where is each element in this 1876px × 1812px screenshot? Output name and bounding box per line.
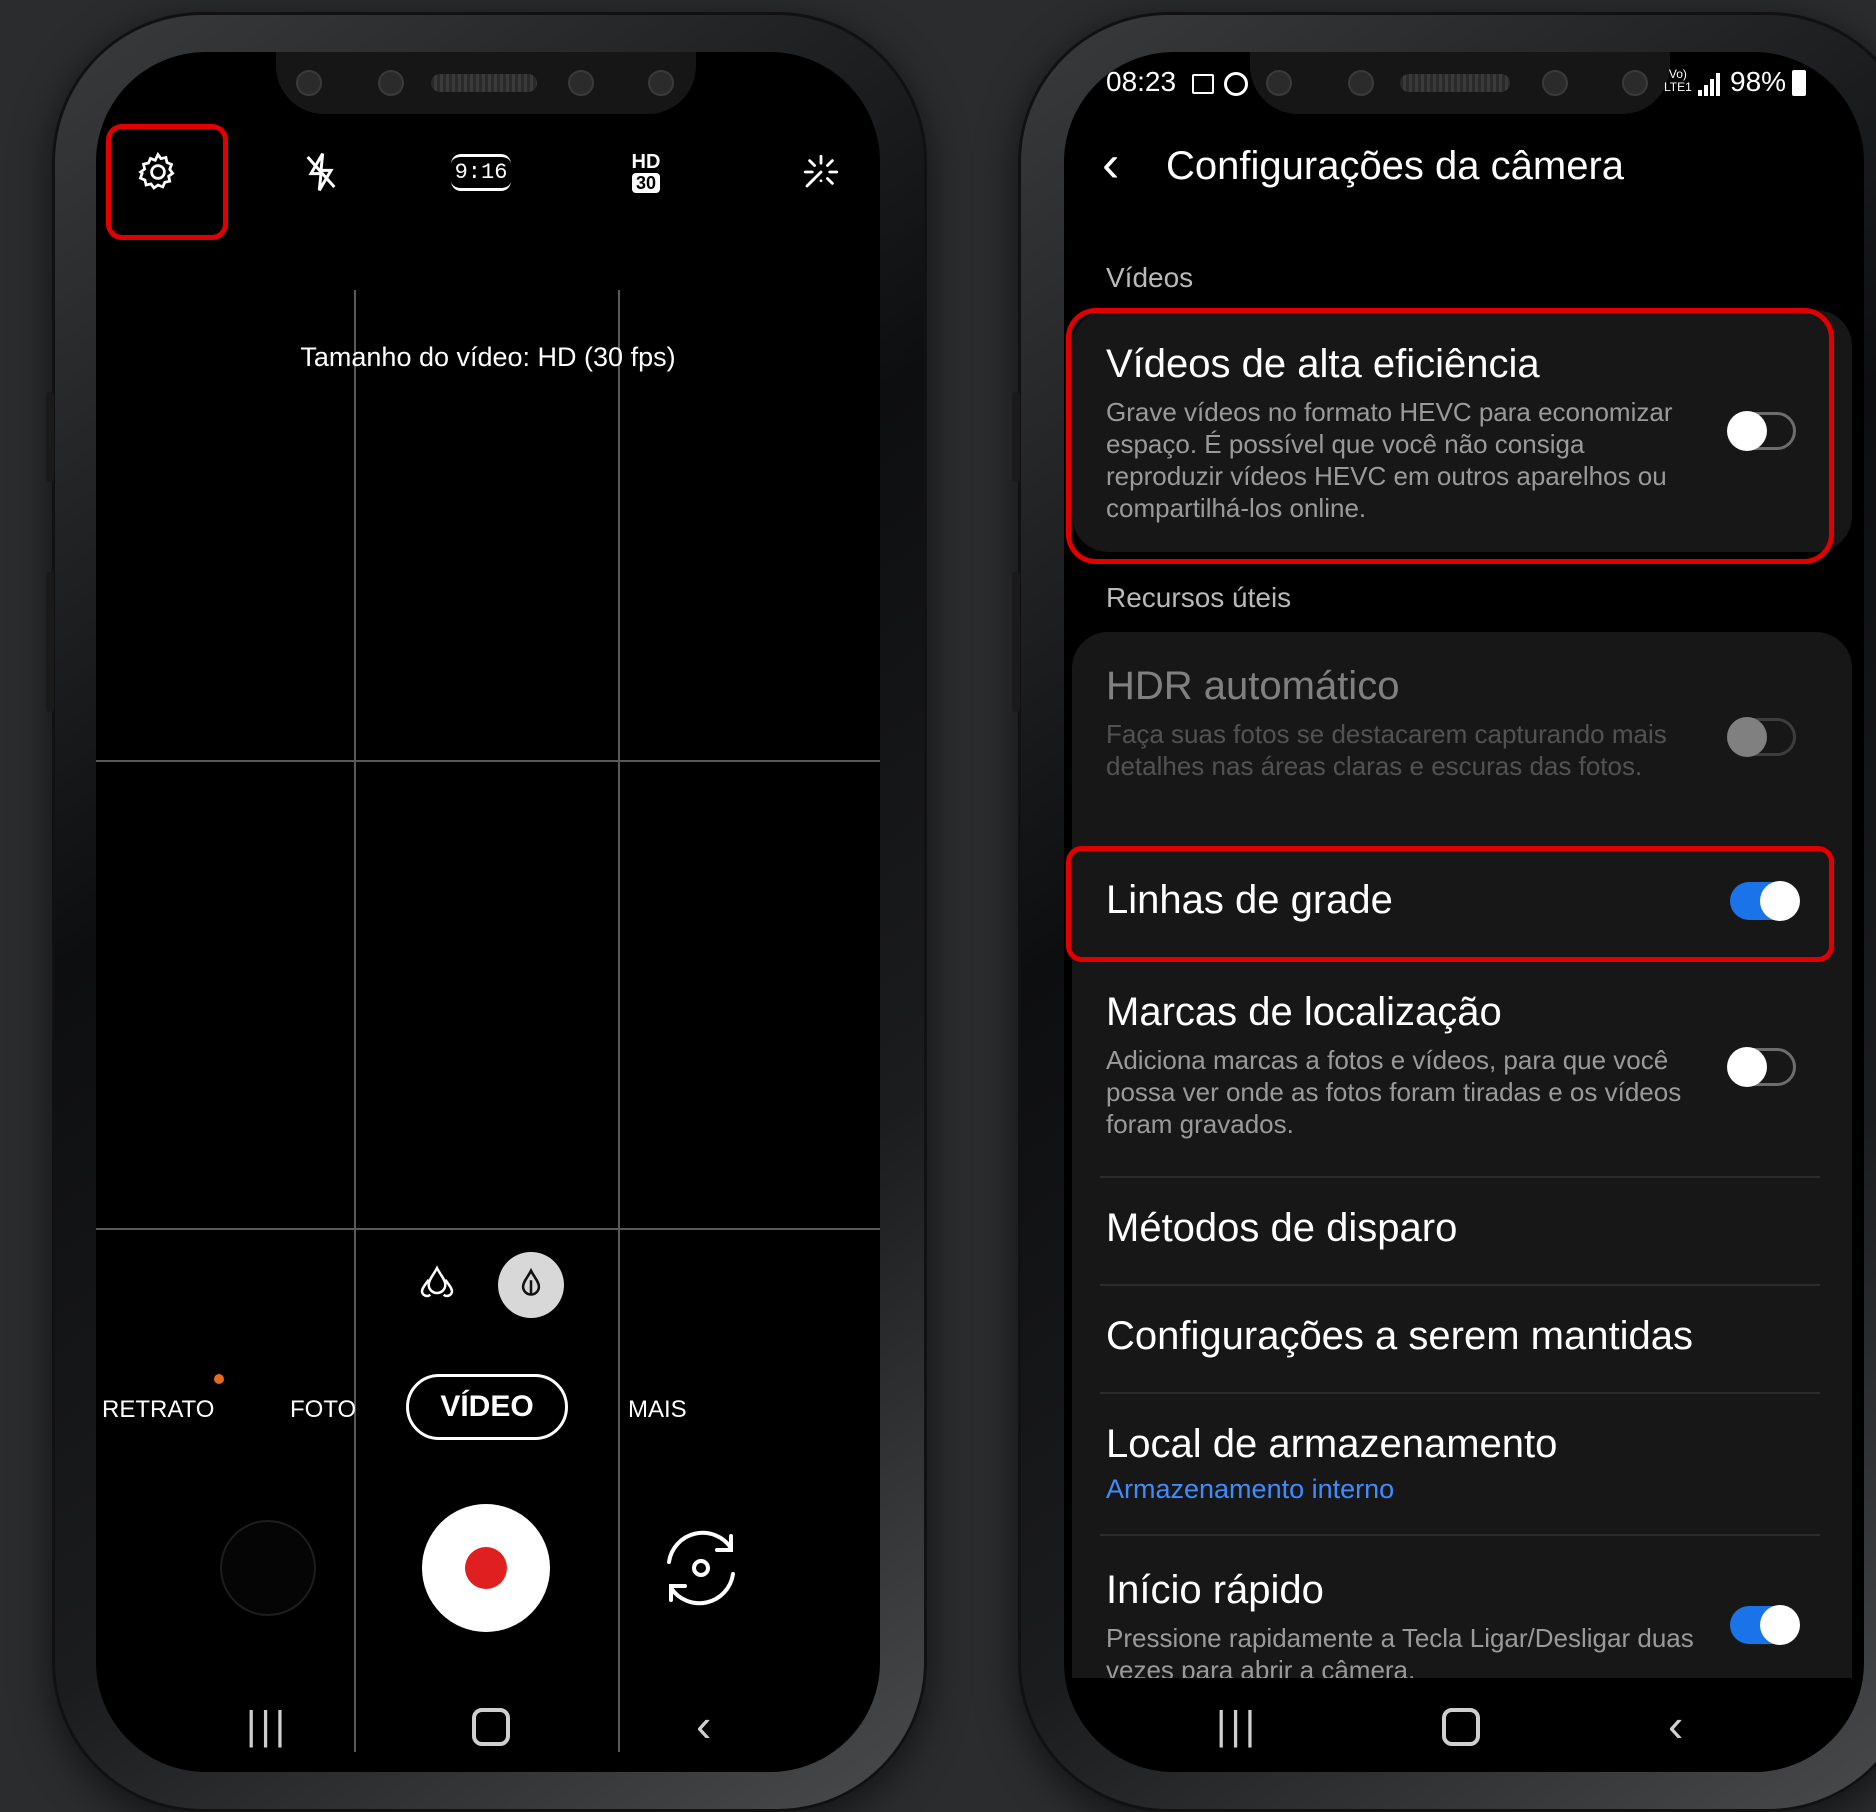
front-camera (1348, 70, 1374, 96)
home-button[interactable] (472, 1708, 510, 1746)
quick-launch-toggle[interactable] (1730, 1605, 1800, 1645)
camera-screen: 9:16 HD 30 Tamanho do vídeo: HD (30 fps)… (96, 52, 880, 1772)
flash-off-icon (306, 152, 336, 192)
section-header-videos: Vídeos (1106, 262, 1194, 293)
sensor-dot (1622, 70, 1648, 96)
settings-screen: 08:23 Vo) LTE1 98% ‹ Configurações da câ… (1064, 52, 1864, 1772)
mode-portrait[interactable]: RETRATO (102, 1396, 214, 1424)
quick-launch-title: Início rápido (1106, 1568, 1324, 1612)
sensor-dot (1542, 70, 1568, 96)
settings-highlight-box (106, 124, 228, 240)
switch-camera-button[interactable] (648, 1520, 754, 1616)
signal-icon (1698, 72, 1722, 96)
sensor-dot (296, 70, 322, 96)
mode-more[interactable]: MAIS (628, 1396, 687, 1424)
volume-button (46, 392, 54, 482)
whatsapp-notification-icon (1224, 72, 1248, 96)
back-button[interactable]: ‹ (1668, 1698, 1683, 1752)
front-camera (378, 70, 404, 96)
new-indicator-dot (214, 1374, 224, 1384)
hdr-toggle[interactable] (1727, 717, 1796, 757)
section-header-useful: Recursos úteis (1106, 582, 1292, 613)
divider (1100, 1392, 1820, 1394)
filter-drops-icon (420, 1265, 454, 1298)
recent-apps-button[interactable]: ||| (246, 1704, 289, 1749)
filter-drops-selected-icon (521, 1267, 541, 1296)
storage-location-value: Armazenamento interno (1106, 1474, 1395, 1504)
flash-button[interactable] (281, 137, 361, 207)
mode-video[interactable]: VÍDEO (406, 1374, 568, 1440)
gallery-notification-icon (1192, 74, 1214, 94)
hd-icon: HD (631, 151, 661, 173)
recent-apps-button[interactable]: ||| (1216, 1704, 1259, 1749)
volume-button (1012, 392, 1020, 482)
back-arrow-icon[interactable]: ‹ (1102, 134, 1119, 194)
mode-photo[interactable]: FOTO (290, 1396, 356, 1424)
record-button[interactable] (422, 1504, 550, 1632)
hevc-highlight-box (1066, 308, 1834, 564)
video-size-label: Tamanho do vídeo: HD (30 fps) (300, 342, 676, 372)
earpiece-speaker (431, 74, 537, 92)
sparkle-icon (803, 154, 839, 188)
sensor-dot (568, 70, 594, 96)
gallery-thumbnail[interactable] (220, 1520, 316, 1616)
hdr-description: Faça suas fotos se destacarem capturando… (1106, 719, 1667, 781)
filter-selected-button[interactable] (498, 1252, 564, 1318)
location-tags-title: Marcas de localização (1106, 990, 1502, 1034)
camera-notch (1250, 52, 1670, 114)
quick-launch-description: Pressione rapidamente a Tecla Ligar/Desl… (1106, 1623, 1694, 1685)
divider (1100, 1176, 1820, 1178)
grid-line-vertical (618, 290, 620, 1752)
effects-button[interactable] (786, 137, 856, 207)
sensor-dot (648, 70, 674, 96)
divider (1100, 1534, 1820, 1536)
sensor-dot (1266, 70, 1292, 96)
storage-location-item[interactable]: Local de armazenamento (1106, 1422, 1557, 1467)
shooting-methods-item[interactable]: Métodos de disparo (1106, 1206, 1457, 1251)
power-button (46, 572, 54, 712)
camera-notch (276, 52, 696, 114)
page-title: Configurações da câmera (1166, 144, 1625, 188)
volte-icon: Vo) LTE1 (1664, 67, 1692, 94)
switch-camera-icon (667, 1530, 735, 1606)
fps-badge: 30 (631, 173, 661, 193)
battery-icon (1792, 70, 1806, 96)
hdr-title: HDR automático (1106, 664, 1400, 708)
grid-lines-highlight-box (1066, 846, 1834, 962)
battery-percent: 98% (1730, 66, 1787, 97)
divider (1100, 1284, 1820, 1286)
back-button[interactable]: ‹ (696, 1698, 711, 1752)
grid-line-horizontal (96, 1228, 880, 1230)
home-button[interactable] (1442, 1708, 1480, 1746)
location-tags-description: Adiciona marcas a fotos e vídeos, para q… (1106, 1045, 1682, 1139)
mode-video-label: VÍDEO (440, 1390, 534, 1423)
location-tags-toggle[interactable] (1727, 1047, 1796, 1087)
ratio-icon: 9:16 (450, 153, 512, 191)
settings-to-keep-item[interactable]: Configurações a serem mantidas (1106, 1314, 1693, 1359)
resolution-button[interactable]: HD 30 (616, 140, 676, 204)
filter-button[interactable] (414, 1260, 460, 1306)
ratio-button[interactable]: 9:16 (441, 142, 521, 202)
grid-line-vertical (354, 290, 356, 1752)
record-dot (465, 1547, 507, 1589)
earpiece-speaker (1400, 74, 1510, 92)
grid-line-horizontal (96, 760, 880, 762)
power-button (1012, 572, 1020, 712)
status-time: 08:23 (1106, 66, 1177, 97)
